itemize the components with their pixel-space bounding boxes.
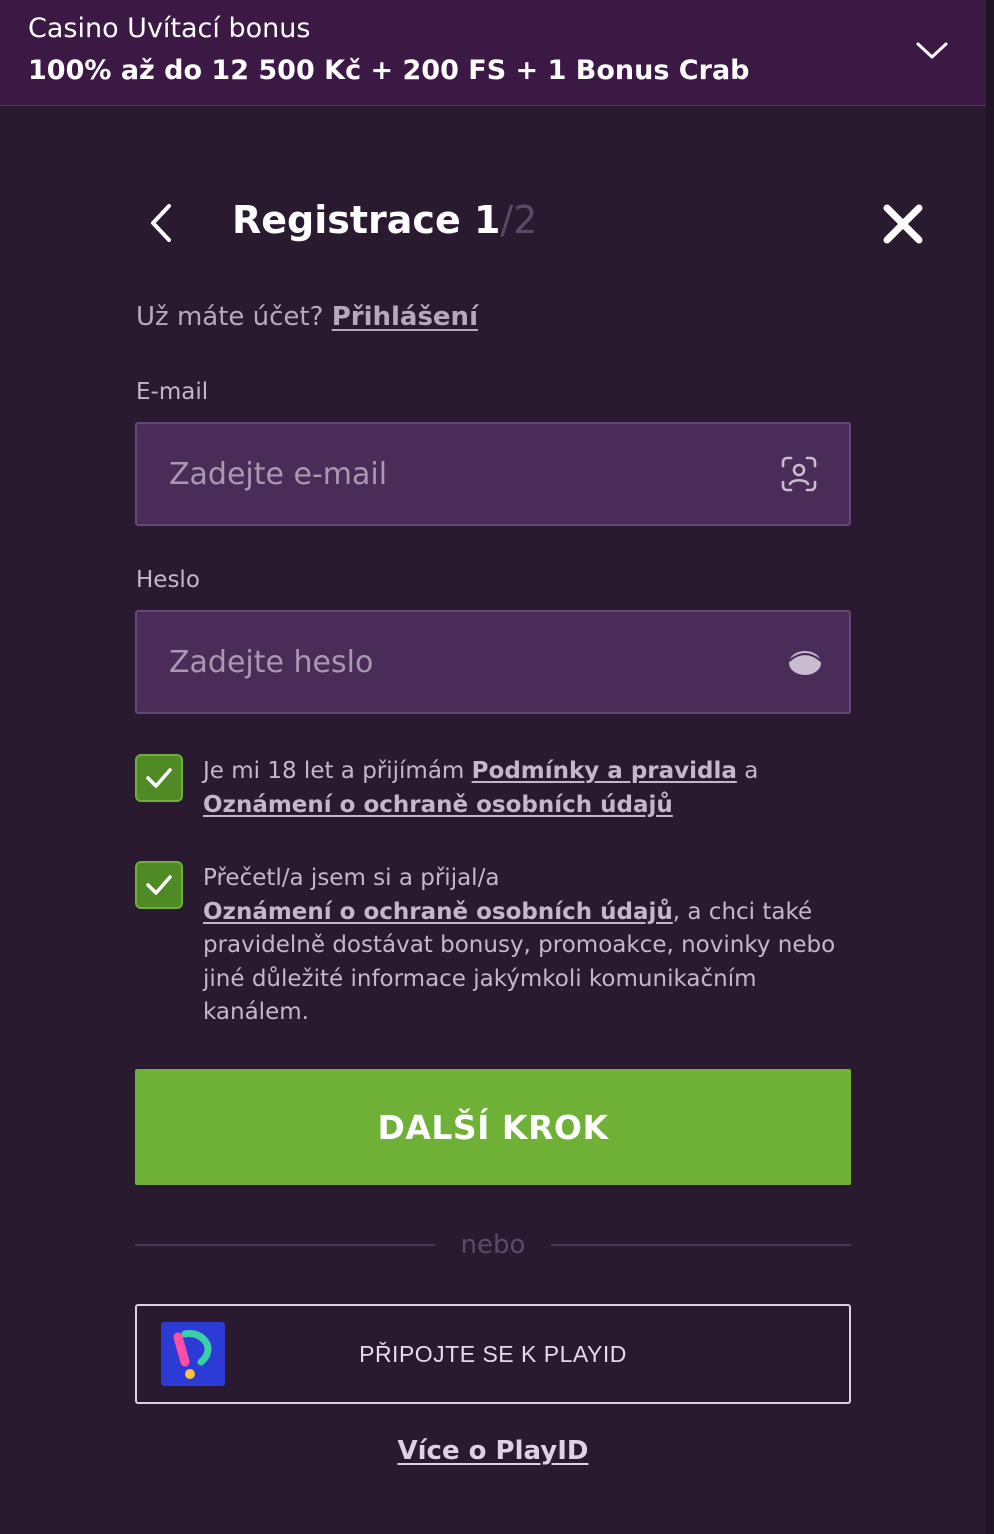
chevron-down-icon[interactable] bbox=[914, 36, 950, 64]
checkmark-icon bbox=[146, 875, 172, 895]
title-step-total: /2 bbox=[500, 198, 538, 242]
password-label: Heslo bbox=[136, 567, 200, 593]
more-about-playid-link[interactable]: Více o PlayID bbox=[0, 1436, 986, 1466]
close-icon[interactable] bbox=[878, 199, 928, 249]
bonus-banner-offer: 100% až do 12 500 Kč + 200 FS + 1 Bonus … bbox=[28, 55, 750, 86]
playid-button-label: PŘIPOJTE SE K PLAYID bbox=[359, 1341, 627, 1367]
next-step-button[interactable]: DALŠÍ KROK bbox=[135, 1069, 851, 1185]
email-field-box bbox=[135, 422, 851, 526]
page-title: Registrace 1/2 bbox=[232, 198, 537, 242]
checkmark-icon bbox=[146, 768, 172, 788]
user-scan-icon[interactable] bbox=[779, 454, 819, 494]
divider-line-left bbox=[135, 1244, 435, 1246]
email-label: E-mail bbox=[136, 379, 209, 405]
password-field-box bbox=[135, 610, 851, 714]
bonus-banner-title: Casino Uvítací bonus bbox=[28, 13, 311, 44]
login-question: Už máte účet? bbox=[136, 302, 332, 332]
login-prompt: Už máte účet? Přihlášení bbox=[136, 302, 478, 332]
chevron-left-icon[interactable] bbox=[140, 196, 184, 252]
age-terms-prefix: Je mi 18 let a přijímám bbox=[203, 758, 472, 784]
title-step: Registrace 1 bbox=[232, 198, 501, 242]
login-link[interactable]: Přihlášení bbox=[332, 302, 478, 332]
eye-icon[interactable] bbox=[785, 642, 825, 682]
registration-page: Casino Uvítací bonus 100% až do 12 500 K… bbox=[0, 0, 994, 1534]
password-field[interactable] bbox=[169, 612, 749, 712]
divider-line-right bbox=[551, 1244, 851, 1246]
age-terms-middle: a bbox=[736, 758, 759, 784]
playid-connect-button[interactable]: PŘIPOJTE SE K PLAYID bbox=[135, 1304, 851, 1404]
marketing-consent-checkbox[interactable] bbox=[135, 861, 183, 909]
right-edge bbox=[986, 0, 994, 1534]
email-field[interactable] bbox=[169, 424, 749, 524]
privacy-link-2[interactable]: Oznámení o ochraně osobních údajů bbox=[203, 899, 673, 925]
age-terms-text: Je mi 18 let a přijímám Podmínky a pravi… bbox=[203, 755, 843, 822]
privacy-link[interactable]: Oznámení o ochraně osobních údajů bbox=[203, 792, 673, 818]
marketing-consent-prefix: Přečetl/a jsem si a přijal/a bbox=[203, 865, 500, 891]
divider-text: nebo bbox=[460, 1230, 526, 1260]
bonus-banner[interactable]: Casino Uvítací bonus 100% až do 12 500 K… bbox=[0, 0, 994, 106]
marketing-consent-text: Přečetl/a jsem si a přijal/a Oznámení o … bbox=[203, 862, 843, 1030]
terms-link[interactable]: Podmínky a pravidla bbox=[472, 758, 737, 784]
age-terms-checkbox[interactable] bbox=[135, 754, 183, 802]
